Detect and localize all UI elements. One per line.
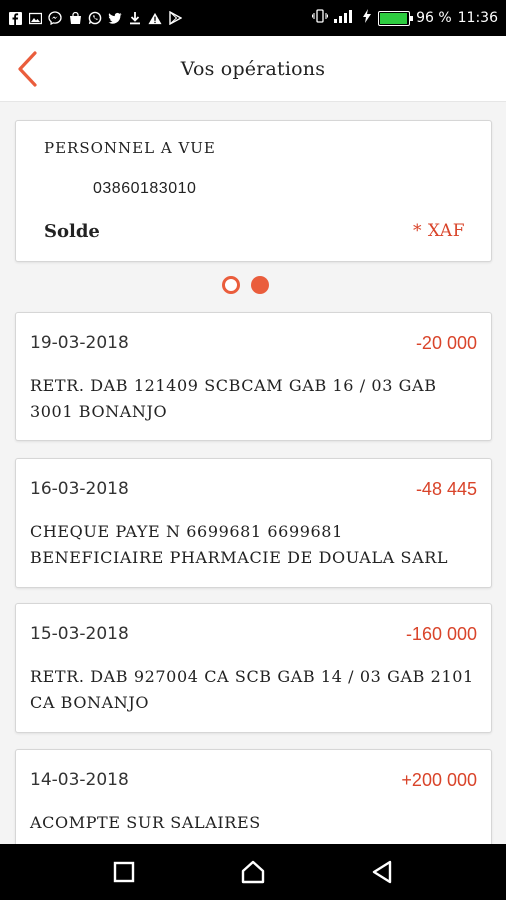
shop-icon bbox=[68, 11, 82, 25]
recents-icon bbox=[114, 861, 135, 883]
download-icon bbox=[128, 11, 142, 25]
account-card[interactable]: PERSONNEL A VUE 03860183010 Solde * XAF bbox=[15, 120, 492, 262]
operation-amount: -48 445 bbox=[415, 479, 477, 499]
whatsapp-icon bbox=[88, 11, 102, 25]
back-button[interactable] bbox=[12, 50, 42, 88]
operation-card[interactable]: 15-03-2018 -160 000 RETR. DAB 927004 CA … bbox=[15, 603, 492, 733]
vibrate-icon bbox=[312, 9, 329, 27]
back-nav-button[interactable] bbox=[362, 852, 402, 892]
page-title: Vos opérations bbox=[180, 57, 326, 80]
account-number: 03860183010 bbox=[93, 180, 197, 197]
battery-fill bbox=[380, 12, 407, 24]
balance-value: * XAF bbox=[413, 221, 465, 241]
account-name: PERSONNEL A VUE bbox=[44, 139, 216, 157]
operation-date: 15-03-2018 bbox=[30, 624, 129, 644]
balance-label: Solde bbox=[44, 221, 100, 242]
operation-amount: +200 000 bbox=[401, 770, 477, 790]
recents-button[interactable] bbox=[104, 852, 144, 892]
operation-date: 14-03-2018 bbox=[30, 770, 129, 790]
messenger-icon bbox=[48, 11, 62, 25]
charging-icon bbox=[362, 9, 372, 27]
chevron-left-icon bbox=[18, 51, 37, 87]
warning-icon bbox=[148, 11, 162, 25]
notification-icons bbox=[8, 11, 182, 25]
app-bar: Vos opérations bbox=[0, 36, 506, 102]
status-bar: 96 % 11:36 bbox=[0, 0, 506, 36]
navigation-bar bbox=[0, 844, 506, 900]
pager-dot-2[interactable] bbox=[251, 276, 269, 294]
operation-date: 19-03-2018 bbox=[30, 333, 129, 353]
operation-label: RETR. DAB 121409 SCBCAM GAB 16 / 03 GAB … bbox=[30, 376, 437, 421]
battery-icon bbox=[378, 10, 414, 26]
operation-amount: -20 000 bbox=[415, 333, 477, 353]
play-store-icon bbox=[168, 11, 182, 25]
home-icon bbox=[241, 860, 265, 884]
clock: 11:36 bbox=[457, 10, 498, 26]
account-pager bbox=[222, 276, 269, 294]
operation-date: 16-03-2018 bbox=[30, 479, 129, 499]
operation-amount: -160 000 bbox=[405, 624, 477, 644]
system-status: 96 % 11:36 bbox=[312, 9, 498, 27]
battery-percent: 96 % bbox=[416, 10, 452, 26]
operation-card[interactable]: 19-03-2018 -20 000 RETR. DAB 121409 SCBC… bbox=[15, 312, 492, 441]
home-button[interactable] bbox=[233, 852, 273, 892]
back-icon bbox=[372, 860, 391, 884]
pager-dot-1[interactable] bbox=[222, 276, 240, 294]
image-icon bbox=[28, 11, 42, 25]
operation-label: ACOMPTE SUR SALAIRES bbox=[30, 813, 261, 832]
operation-card[interactable]: 16-03-2018 -48 445 CHEQUE PAYE N 6699681… bbox=[15, 458, 492, 588]
facebook-icon bbox=[8, 11, 22, 25]
signal-icon bbox=[334, 9, 356, 27]
operation-label: RETR. DAB 927004 CA SCB GAB 14 / 03 GAB … bbox=[30, 667, 474, 712]
twitter-icon bbox=[108, 11, 122, 25]
operation-label: CHEQUE PAYE N 6699681 6699681 BENEFICIAI… bbox=[30, 522, 449, 567]
